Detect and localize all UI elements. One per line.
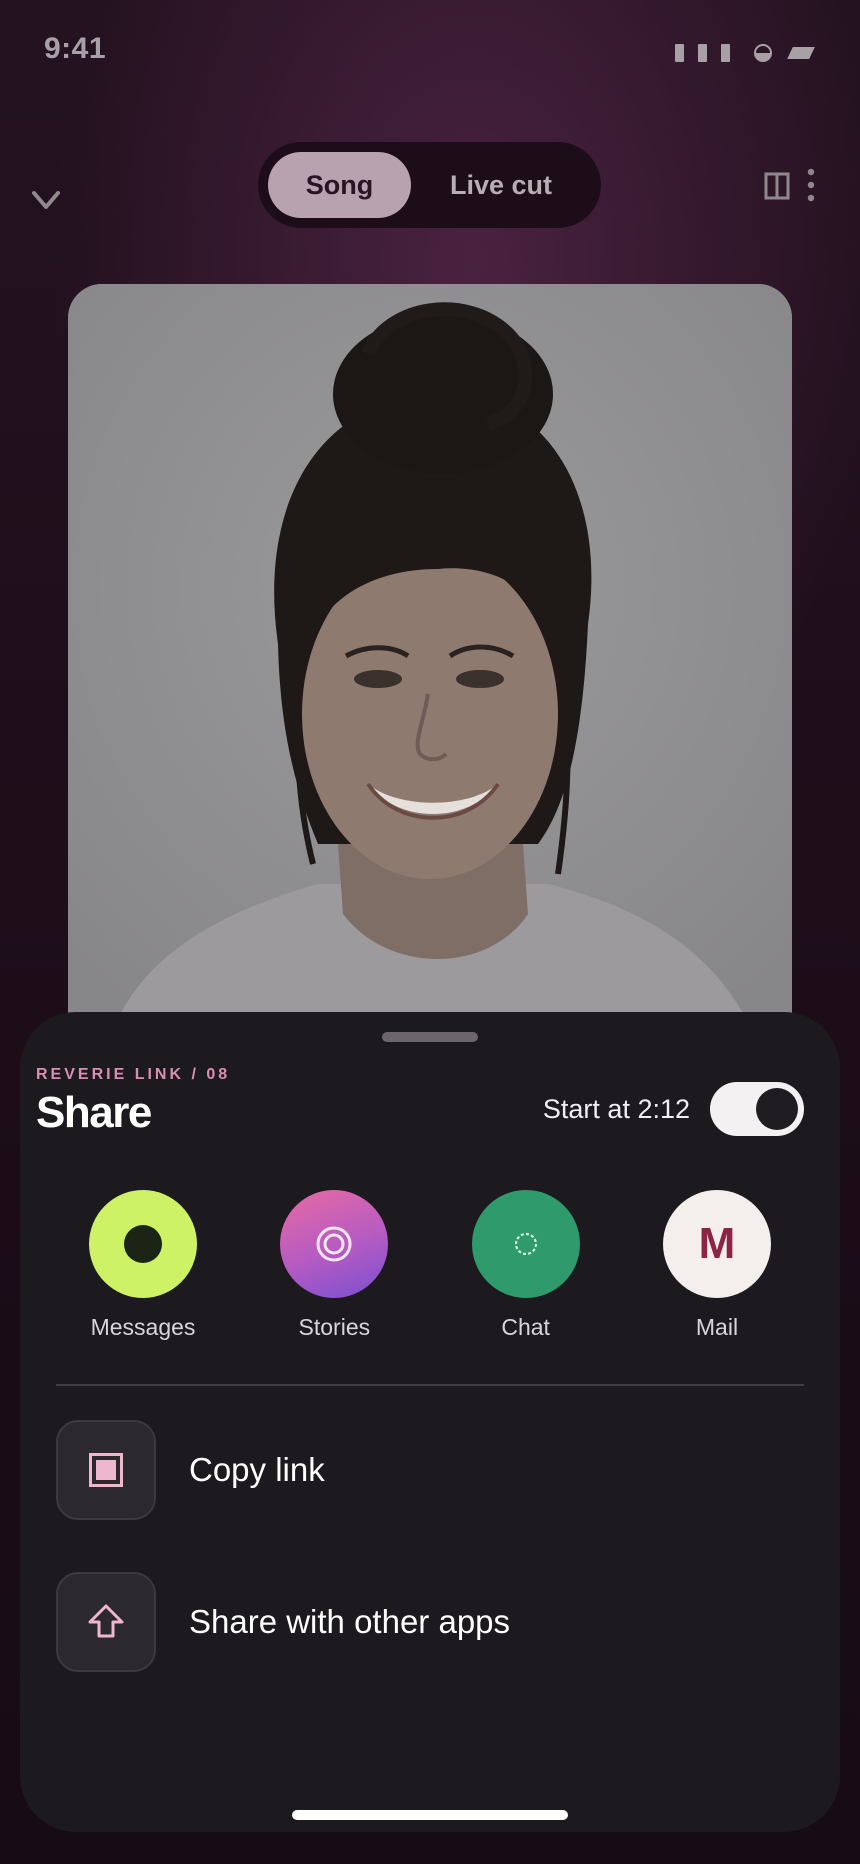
status-time: 9:41	[44, 32, 107, 65]
more-options-button[interactable]	[805, 168, 817, 202]
mail-glyph: M	[698, 1219, 736, 1268]
divider	[56, 1384, 804, 1386]
chevron-down-icon	[32, 191, 60, 209]
target-label: Stories	[298, 1314, 371, 1340]
segment-song[interactable]: Song	[268, 152, 411, 218]
battery-icon	[754, 44, 772, 62]
share-target-messages[interactable]: Messages	[48, 1190, 238, 1341]
copy-link-label: Copy link	[189, 1451, 325, 1488]
target-label: Chat	[501, 1314, 550, 1340]
share-target-chat[interactable]: Chat	[431, 1190, 621, 1341]
status-icons	[675, 44, 815, 62]
messages-icon	[89, 1190, 197, 1298]
target-label: Messages	[90, 1314, 196, 1340]
copy-link-tile	[56, 1420, 156, 1520]
target-label: Mail	[695, 1314, 739, 1340]
sheet-grabber[interactable]	[382, 1032, 478, 1042]
stories-icon	[280, 1190, 389, 1298]
copy-link-button[interactable]: Copy link	[56, 1420, 796, 1520]
now-playing-screen: 9:41 Song Live cut REVERIE LINK / 08 Sha…	[0, 0, 860, 1864]
portrait-image	[68, 284, 792, 1044]
share-target-mail[interactable]: M Mail	[622, 1190, 812, 1341]
segment-live-cut[interactable]: Live cut	[411, 152, 591, 218]
home-indicator[interactable]	[292, 1810, 568, 1820]
more-vertical-icon	[807, 168, 815, 202]
version-segmented-control: Song Live cut	[258, 142, 601, 228]
share-other-apps-label: Share with other apps	[189, 1603, 511, 1640]
toggle-knob	[756, 1088, 798, 1130]
start-at-toggle[interactable]	[710, 1082, 804, 1136]
share-upload-icon	[88, 1604, 124, 1638]
share-target-stories[interactable]: Stories	[239, 1190, 429, 1341]
share-other-apps-button[interactable]: Share with other apps	[56, 1572, 796, 1672]
signal-icon	[721, 44, 730, 62]
album-artwork	[68, 284, 792, 1044]
sheet-title: Share	[36, 1088, 152, 1137]
split-view-icon	[764, 172, 790, 200]
share-targets: Messages Stories Chat M Mail	[48, 1190, 812, 1341]
start-at-label: Start at 2:12	[542, 1094, 690, 1124]
collapse-button[interactable]	[30, 184, 62, 216]
chat-icon	[471, 1190, 580, 1298]
signal-icon	[698, 44, 707, 62]
copy-link-icon	[89, 1453, 123, 1487]
wifi-icon	[787, 47, 815, 59]
mail-icon: M	[662, 1190, 771, 1298]
signal-icon	[675, 44, 684, 62]
split-view-button[interactable]	[764, 172, 790, 200]
sheet-eyebrow: REVERIE LINK / 08	[36, 1066, 231, 1083]
share-other-apps-tile	[56, 1572, 156, 1672]
